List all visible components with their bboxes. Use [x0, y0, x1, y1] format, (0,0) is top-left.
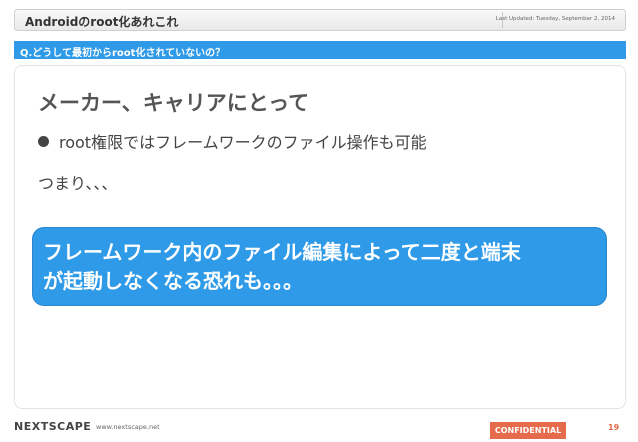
- bullet-text: root権限ではフレームワークのファイル操作も可能: [59, 133, 427, 152]
- callout-line-2: が起動しなくなる恐れも。。。: [43, 269, 303, 293]
- slide-header-bar: Androidのroot化あれこれ Last Updated: Tuesday,…: [14, 9, 626, 31]
- slide-title: Androidのroot化あれこれ: [25, 15, 179, 29]
- content-subtext: つまり、、、: [38, 174, 118, 193]
- company-url: www.nextscape.net: [96, 423, 160, 431]
- bullet-icon: [38, 135, 49, 147]
- content-heading: メーカー、キャリアにとって: [38, 91, 310, 115]
- bullet-item: root権限ではフレームワークのファイル操作も可能: [38, 129, 427, 153]
- question-text: Q.どうして最初からroot化されていないの？: [20, 48, 226, 59]
- callout-box: フレームワーク内のファイル編集によって二度と端末 が起動しなくなる恐れも。。。: [32, 227, 607, 306]
- confidential-badge: CONFIDENTIAL: [490, 422, 566, 439]
- callout-line-1: フレームワーク内のファイル編集によって二度と端末: [43, 240, 521, 264]
- company-logo: NEXTSCAPE: [14, 420, 92, 433]
- question-banner: Q.どうして最初からroot化されていないの？: [14, 41, 626, 59]
- last-updated-date: Last Updated: Tuesday, September 2, 2014: [495, 16, 615, 22]
- page-number: 19: [608, 423, 620, 432]
